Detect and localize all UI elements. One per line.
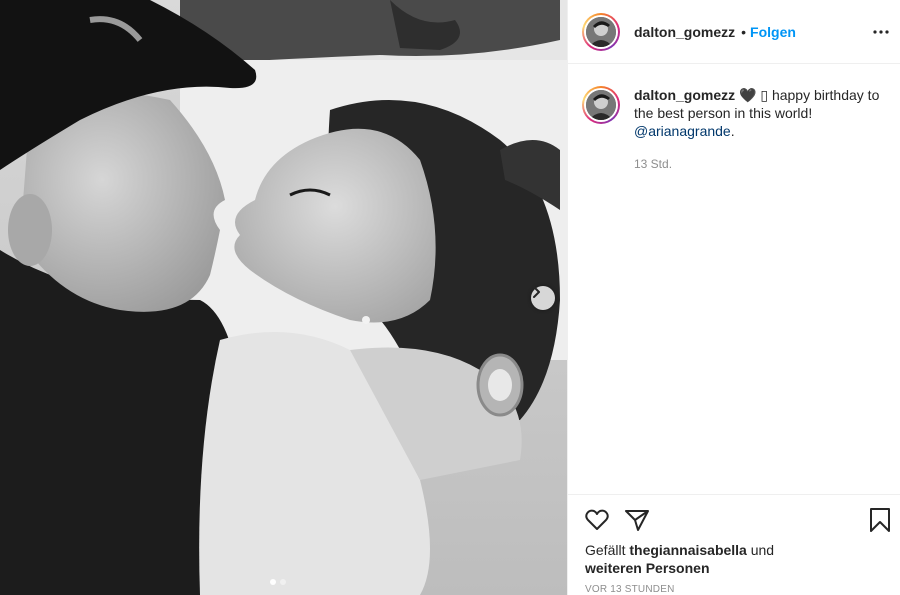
more-horizontal-icon[interactable] [873, 22, 889, 42]
photo-illustration [0, 0, 567, 595]
caption-age[interactable]: 13 Std. [634, 155, 884, 173]
avatar-photo-icon [586, 16, 616, 47]
caption-username[interactable]: dalton_gomezz [634, 87, 735, 103]
post-header: dalton_gomezz • Folgen [568, 0, 900, 64]
action-icons [584, 507, 650, 533]
likes-others-link[interactable]: weiteren Personen [585, 560, 710, 576]
carousel-next-button[interactable] [531, 286, 555, 310]
caption-emoji: 🖤 [739, 87, 757, 103]
heart-icon[interactable] [584, 507, 610, 533]
avatar[interactable] [582, 12, 620, 51]
caption-mention-link[interactable]: @arianagrande [634, 123, 731, 139]
caption-content: dalton_gomezz 🖤 ▯ happy birthday to the … [634, 86, 884, 140]
carousel-dot [280, 579, 286, 585]
chevron-right-icon [533, 286, 540, 298]
post-timestamp[interactable]: VOR 13 STUNDEN [585, 584, 675, 595]
follow-button[interactable]: Folgen [750, 24, 796, 40]
post-actions: Gefällt thegiannaisabella und weiteren P… [568, 494, 900, 595]
avatar-image [586, 16, 616, 47]
caption-mention-suffix: . [730, 123, 735, 139]
caption-body: dalton_gomezz 🖤 ▯ happy birthday to the … [634, 86, 884, 173]
caption-emoji-missing: ▯ [760, 87, 769, 103]
likes-user-link[interactable]: thegiannaisabella [629, 542, 746, 558]
avatar-border [584, 14, 618, 49]
post-caption: dalton_gomezz 🖤 ▯ happy birthday to the … [582, 86, 887, 173]
caption-avatar-border [584, 88, 618, 122]
post-side-panel: dalton_gomezz • Folgen dalton_gomezz 🖤 ▯… [567, 0, 900, 595]
likes-prefix: Gefällt [585, 542, 626, 558]
caption-avatar[interactable] [582, 86, 620, 124]
header-username[interactable]: dalton_gomezz [634, 24, 735, 40]
carousel-dot-active [270, 579, 276, 585]
caption-avatar-image [586, 90, 616, 120]
likes-summary: Gefällt thegiannaisabella und weiteren P… [585, 541, 885, 577]
likes-conjunction: und [750, 542, 775, 558]
avatar-photo-icon [586, 90, 616, 120]
header-separator: • [741, 23, 747, 40]
carousel-indicator [270, 579, 286, 585]
post-photo[interactable] [0, 0, 567, 595]
paper-plane-icon[interactable] [624, 507, 650, 533]
bookmark-icon[interactable] [869, 507, 891, 533]
